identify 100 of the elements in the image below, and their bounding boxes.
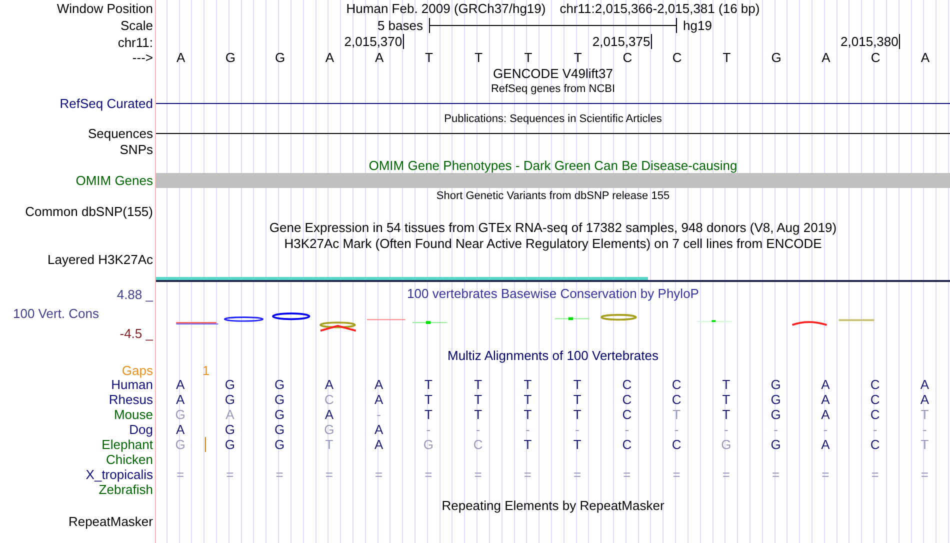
base-letter: G bbox=[770, 377, 781, 392]
base-letter: C bbox=[870, 50, 880, 65]
base-letter: T bbox=[524, 437, 532, 452]
track-label[interactable]: 100 Vert. Cons bbox=[13, 306, 99, 322]
base-letter: G bbox=[274, 407, 285, 422]
base-letter: T bbox=[722, 407, 730, 422]
base-letter: T bbox=[524, 392, 532, 407]
base-letter: T bbox=[524, 50, 532, 65]
base-letter: A bbox=[176, 377, 185, 392]
track-title: OMIM Gene Phenotypes - Dark Green Can Be Disease-causing bbox=[368, 158, 738, 172]
base-letter: C bbox=[622, 50, 632, 65]
base-letter: - bbox=[674, 422, 679, 437]
species-label[interactable]: Rhesus bbox=[108, 392, 153, 407]
base-letter: = bbox=[772, 467, 780, 482]
base-letter: = bbox=[672, 467, 680, 482]
base-letter: T bbox=[573, 377, 582, 392]
base-letter: A bbox=[324, 377, 334, 392]
base-letter: C bbox=[622, 407, 632, 422]
base-letter: C bbox=[672, 377, 682, 392]
base-letter: A bbox=[822, 50, 830, 65]
base-letter: G bbox=[274, 422, 285, 437]
base-letter: G bbox=[224, 377, 235, 392]
base-letter: T bbox=[672, 407, 681, 422]
base-letter: A bbox=[920, 377, 930, 392]
coordinate-tick: 2,015,375 bbox=[592, 34, 652, 49]
track-title: Short Genetic Variants from dbSNP release 155 bbox=[436, 190, 670, 202]
base-letter: T bbox=[524, 377, 532, 392]
base-letter: A bbox=[374, 437, 384, 452]
species-label[interactable]: Human bbox=[111, 377, 153, 392]
gene-bar[interactable] bbox=[156, 173, 950, 188]
base-letter: C bbox=[473, 437, 483, 452]
species-label[interactable]: Elephant bbox=[102, 437, 153, 452]
axis-min-label: -4.5 _ bbox=[120, 326, 153, 341]
position-range: chr11:2,015,366-2,015,381 (16 bp) bbox=[560, 1, 760, 16]
base-letter: A bbox=[176, 50, 186, 65]
track-label: Gaps bbox=[122, 362, 153, 378]
base-letter: A bbox=[821, 437, 830, 452]
base-letter: C bbox=[672, 392, 682, 407]
base-letter: - bbox=[526, 422, 530, 437]
axis-max-label: 4.88 _ bbox=[116, 287, 153, 302]
base-letter: T bbox=[424, 407, 432, 422]
base-letter: T bbox=[474, 392, 482, 407]
track-label[interactable]: Sequences bbox=[88, 126, 153, 141]
base-letter: A bbox=[821, 392, 830, 407]
base-letter: = bbox=[871, 467, 879, 482]
base-letter: G bbox=[224, 437, 235, 452]
base-letter: = bbox=[325, 467, 333, 482]
track-label[interactable]: Layered H3K27Ac bbox=[47, 252, 153, 266]
base-letter: T bbox=[573, 437, 582, 452]
base-letter: G bbox=[175, 407, 186, 422]
row-label: Window Position bbox=[56, 1, 153, 16]
base-letter: G bbox=[274, 392, 285, 407]
species-label[interactable]: Mouse bbox=[114, 407, 153, 422]
base-letter: = bbox=[822, 467, 830, 482]
base-letter: G bbox=[175, 437, 186, 452]
strand-arrow[interactable]: ---> bbox=[132, 50, 153, 65]
base-letter: G bbox=[721, 437, 732, 452]
base-letter: C bbox=[870, 407, 880, 422]
base-letter: - bbox=[476, 422, 480, 437]
track-title: Multiz Alignments of 100 Vertebrates bbox=[447, 348, 658, 362]
base-letter: C bbox=[870, 392, 880, 407]
track-label[interactable]: SNPs bbox=[120, 142, 153, 156]
track-label[interactable]: RepeatMasker bbox=[68, 514, 153, 528]
track-title: 100 vertebrates Basewise Conservation by PhyloP bbox=[407, 286, 699, 301]
base-letter: = bbox=[424, 467, 432, 482]
species-label[interactable]: X_tropicalis bbox=[86, 467, 153, 482]
base-letter: A bbox=[176, 392, 185, 407]
base-letter: C bbox=[870, 437, 880, 452]
base-letter: C bbox=[672, 50, 682, 65]
base-letter: A bbox=[176, 422, 185, 437]
assembly-name: Human Feb. 2009 (GRCh37/hg19) bbox=[346, 1, 546, 16]
base-letter: - bbox=[774, 422, 778, 437]
base-letter: G bbox=[770, 392, 781, 407]
base-letter: = bbox=[276, 467, 284, 482]
base-letter: - bbox=[575, 422, 580, 437]
base-letter: - bbox=[922, 422, 927, 437]
track-label[interactable]: OMIM Genes bbox=[76, 173, 153, 188]
base-letter: T bbox=[474, 377, 482, 392]
base-letter: = bbox=[226, 467, 234, 482]
base-letter: T bbox=[424, 392, 432, 407]
base-letter: G bbox=[423, 437, 434, 452]
base-letter: T bbox=[574, 50, 582, 65]
track-label[interactable]: RefSeq Curated bbox=[60, 96, 153, 111]
base-letter: - bbox=[823, 422, 828, 437]
base-letter: T bbox=[722, 50, 731, 65]
base-letter: = bbox=[574, 467, 582, 482]
species-label[interactable]: Zebrafish bbox=[98, 482, 153, 497]
species-label[interactable]: Chicken bbox=[106, 452, 153, 467]
row-label: chr11: bbox=[118, 34, 153, 50]
base-letter: T bbox=[920, 407, 929, 422]
species-label[interactable]: Dog bbox=[129, 422, 153, 437]
base-letter: G bbox=[275, 50, 286, 65]
track-title: Gene Expression in 54 tissues from GTEx RNA-seq of 17382 samples, 948 donors (V8, Aug 2019) bbox=[269, 220, 837, 234]
row-label: Scale bbox=[120, 18, 153, 33]
base-letter: C bbox=[622, 392, 632, 407]
base-letter: A bbox=[324, 407, 334, 422]
base-letter: C bbox=[870, 377, 880, 392]
base-letter: A bbox=[920, 50, 930, 65]
track-label[interactable]: Common dbSNP(155) bbox=[25, 204, 153, 218]
base-letter: C bbox=[672, 437, 682, 452]
